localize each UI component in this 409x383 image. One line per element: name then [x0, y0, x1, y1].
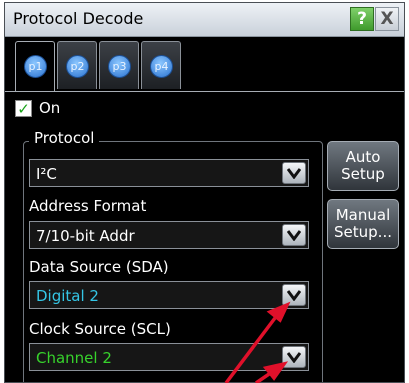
address-format-value: 7/10-bit Addr [36, 227, 135, 245]
address-format-combo[interactable]: 7/10-bit Addr [29, 221, 309, 249]
protocol-value: I²C [36, 165, 57, 183]
tab-p1[interactable]: p1 [15, 41, 55, 91]
tab-p4[interactable]: p4 [141, 41, 181, 89]
data-source-dropdown-button[interactable] [282, 284, 306, 306]
clock-source-label: Clock Source (SCL) [29, 320, 171, 338]
tab-p3[interactable]: p3 [99, 41, 139, 89]
help-button[interactable]: ? [350, 7, 374, 31]
address-format-label: Address Format [29, 197, 147, 215]
address-format-dropdown-button[interactable] [282, 224, 306, 246]
manual-setup-button[interactable]: Manual Setup... [327, 199, 399, 249]
auto-setup-button[interactable]: Auto Setup [327, 141, 399, 191]
clock-source-combo[interactable]: Channel 2 [29, 343, 309, 371]
manual-setup-label-line2: Setup... [334, 223, 392, 241]
tab-p3-label: p3 [108, 55, 131, 78]
protocol-decode-window: Protocol Decode ? X p1 p2 p3 p4 ✓ On Pro… [4, 2, 405, 383]
protocol-combo[interactable]: I²C [29, 159, 309, 187]
on-checkbox-label: On [39, 99, 61, 117]
chevron-down-icon [287, 168, 301, 179]
tab-p4-label: p4 [150, 55, 173, 78]
data-source-value: Digital 2 [36, 287, 99, 305]
checkmark-icon: ✓ [17, 100, 30, 118]
title-bar: Protocol Decode ? X [5, 3, 404, 37]
tab-p2-label: p2 [66, 55, 89, 78]
on-checkbox[interactable]: ✓ [15, 100, 32, 117]
protocol-dropdown-button[interactable] [282, 162, 306, 184]
clock-source-dropdown-button[interactable] [282, 346, 306, 368]
protocol-group-label: Protocol [29, 129, 100, 147]
data-source-combo[interactable]: Digital 2 [29, 281, 309, 309]
clock-source-value: Channel 2 [36, 349, 112, 367]
close-button[interactable]: X [375, 7, 399, 31]
data-source-label: Data Source (SDA) [29, 258, 169, 276]
tab-divider [5, 91, 404, 92]
chevron-down-icon [287, 290, 301, 301]
auto-setup-label-line2: Setup [341, 165, 385, 183]
window-title: Protocol Decode [13, 9, 144, 28]
chevron-down-icon [287, 352, 301, 363]
manual-setup-label-line1: Manual [335, 206, 391, 224]
chevron-down-icon [287, 230, 301, 241]
tab-p1-label: p1 [24, 55, 47, 78]
auto-setup-label-line1: Auto [345, 148, 381, 166]
tab-p2[interactable]: p2 [57, 41, 97, 89]
